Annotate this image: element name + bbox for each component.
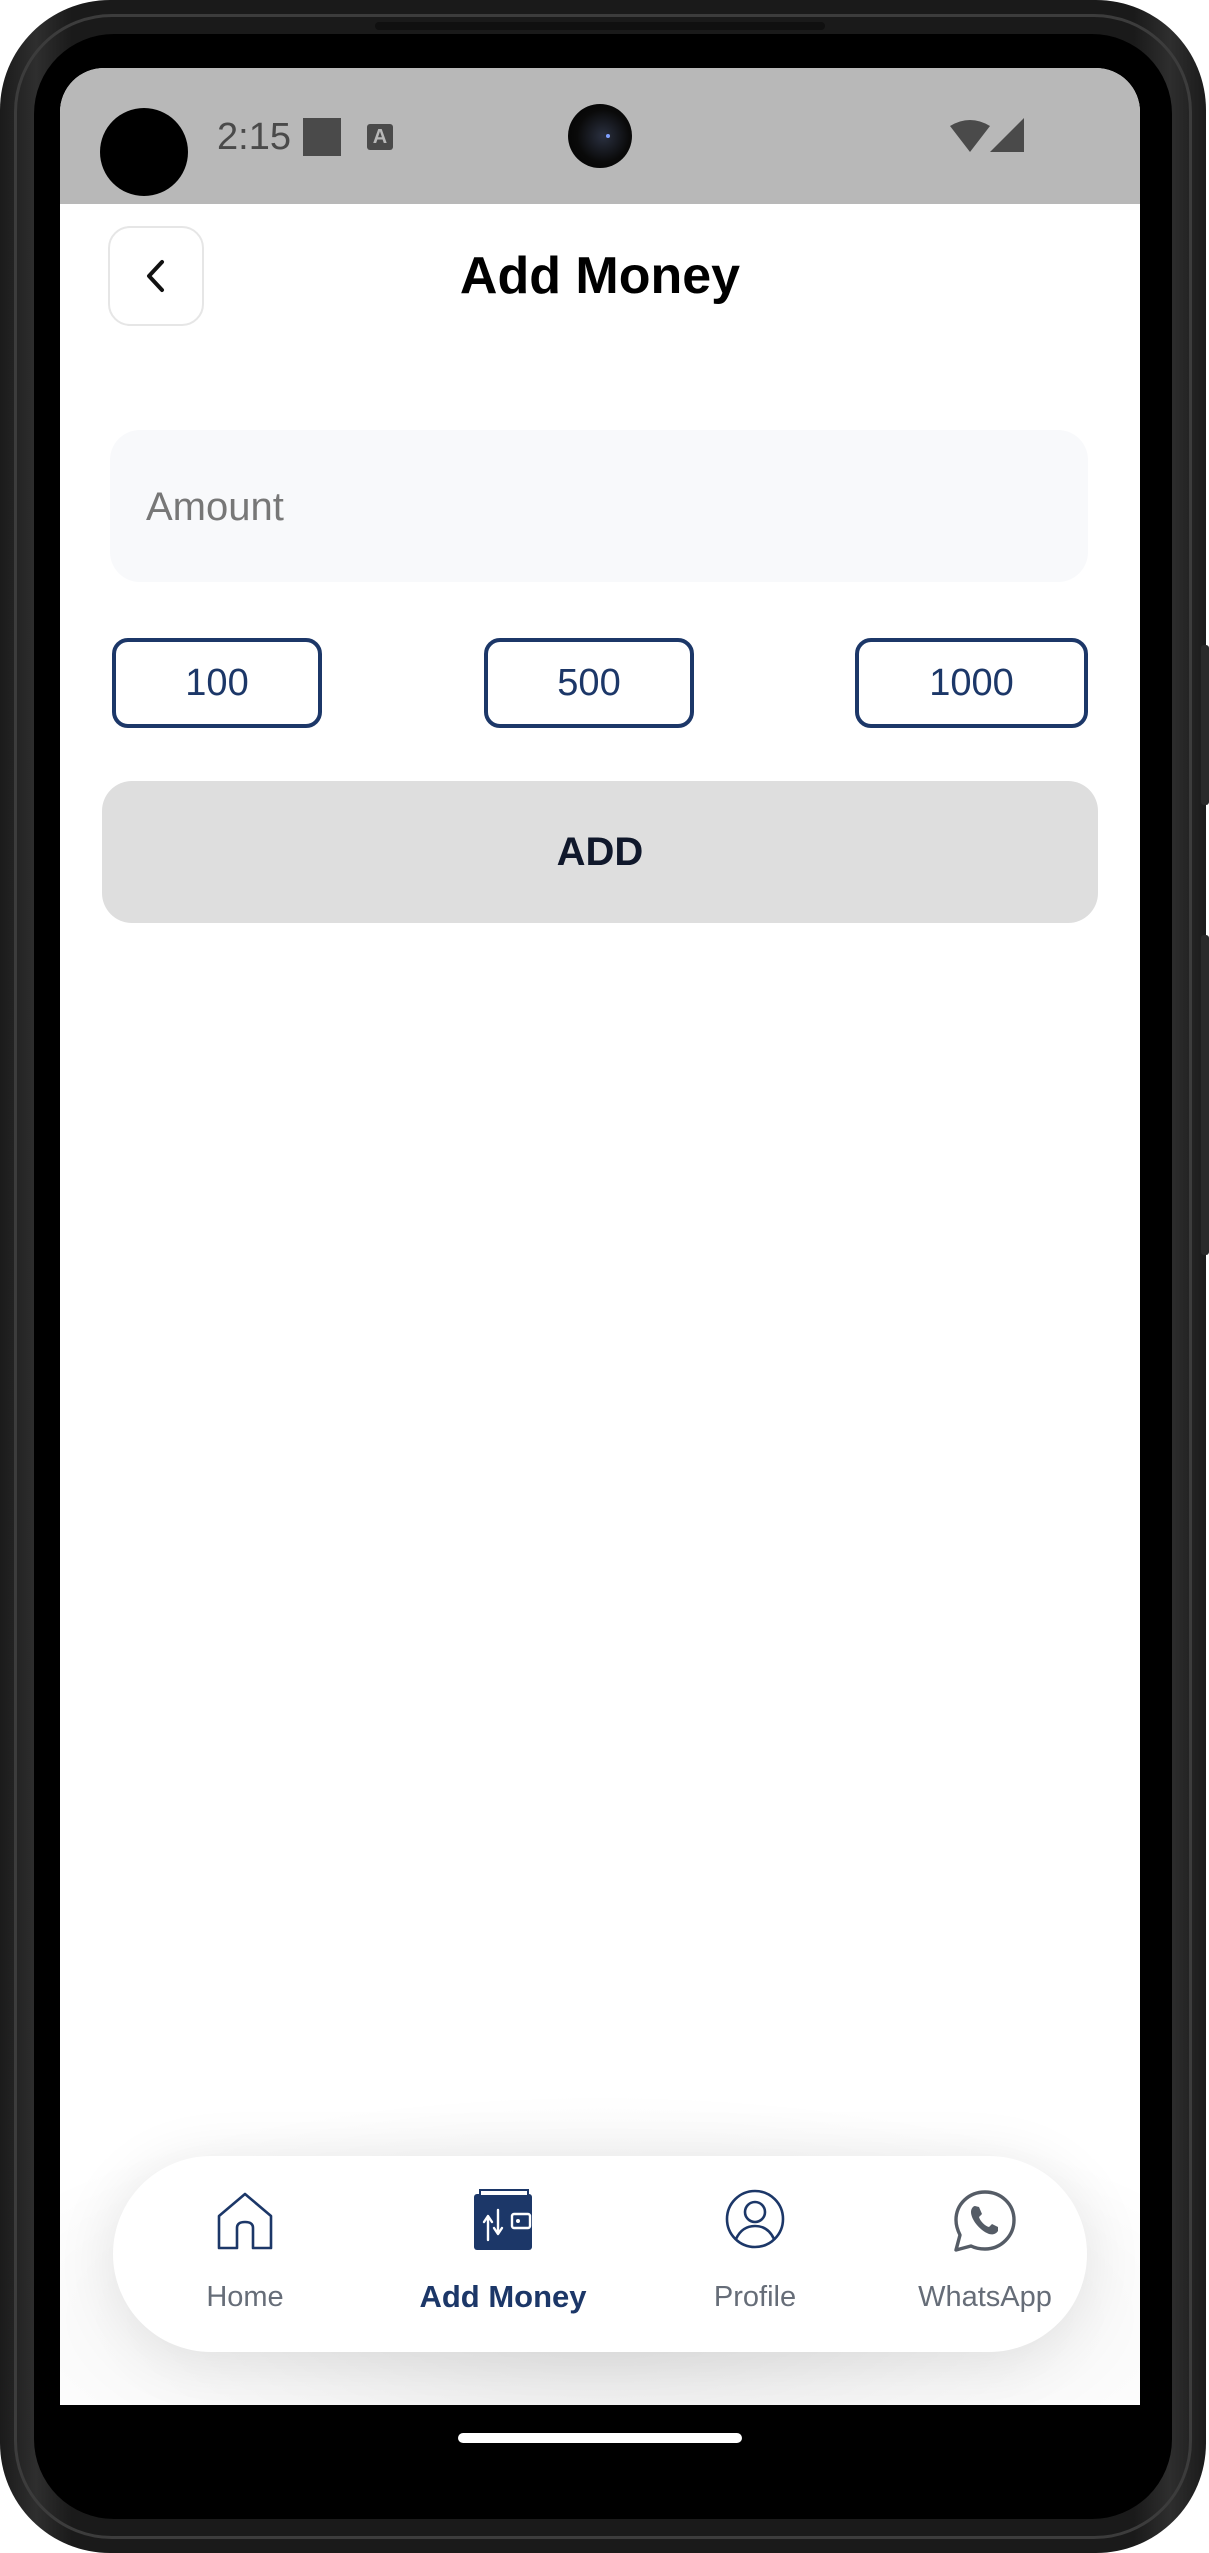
add-button[interactable]: ADD bbox=[102, 781, 1098, 923]
nav-item-profile[interactable]: Profile bbox=[670, 2156, 840, 2352]
chevron-left-icon bbox=[147, 260, 164, 292]
preset-amount-100[interactable]: 100 bbox=[112, 638, 322, 728]
whatsapp-icon bbox=[954, 2190, 1016, 2252]
nav-label-add-money: Add Money bbox=[419, 2279, 587, 2314]
amount-input[interactable] bbox=[144, 430, 1058, 584]
front-camera bbox=[568, 104, 632, 168]
wallet-icon bbox=[474, 2189, 532, 2250]
stage: 2:15 A Add Money 100 500 1000 ADD bbox=[0, 0, 1209, 2553]
text-a-icon: A bbox=[367, 124, 393, 150]
power-button bbox=[1201, 935, 1209, 1255]
volume-button bbox=[1201, 645, 1209, 805]
gesture-area bbox=[60, 2405, 1140, 2468]
nav-label-profile: Profile bbox=[713, 2281, 797, 2313]
amount-field[interactable] bbox=[110, 430, 1088, 584]
nav-item-home[interactable]: Home bbox=[160, 2156, 330, 2352]
nav-item-whatsapp[interactable]: WhatsApp bbox=[900, 2156, 1070, 2352]
status-time: 2:15 bbox=[217, 116, 291, 158]
home-gesture-bar[interactable] bbox=[458, 2433, 742, 2443]
bottom-nav: Home Add Money Profile WhatsApp bbox=[113, 2156, 1087, 2352]
back-button[interactable] bbox=[108, 226, 204, 326]
preset-amount-1000[interactable]: 1000 bbox=[855, 638, 1088, 728]
phone-screen: 2:15 A Add Money 100 500 1000 ADD bbox=[60, 68, 1140, 2468]
status-bar: 2:15 A bbox=[60, 68, 1140, 204]
page-title: Add Money bbox=[459, 247, 741, 305]
profile-icon bbox=[725, 2189, 785, 2249]
signal-icon bbox=[990, 118, 1024, 152]
preset-amount-500[interactable]: 500 bbox=[484, 638, 694, 728]
nav-item-add-money[interactable]: Add Money bbox=[398, 2156, 608, 2352]
notification-square-icon bbox=[303, 118, 341, 156]
phone-speaker bbox=[375, 22, 825, 30]
nav-label-whatsapp: WhatsApp bbox=[918, 2281, 1052, 2313]
status-avatar bbox=[100, 108, 188, 196]
home-icon bbox=[217, 2192, 273, 2250]
wifi-icon bbox=[950, 120, 990, 152]
nav-label-home: Home bbox=[206, 2281, 284, 2313]
